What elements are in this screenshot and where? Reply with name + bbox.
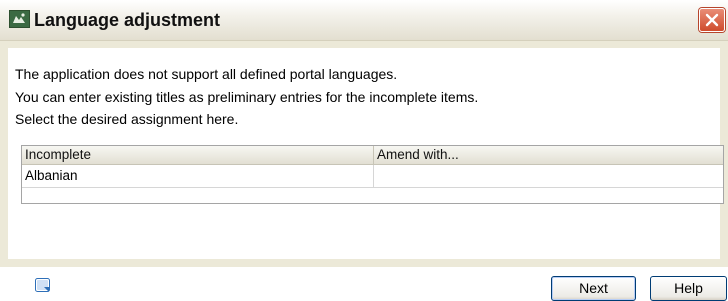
column-header-incomplete[interactable]: Incomplete (22, 146, 374, 164)
column-header-amend-with[interactable]: Amend with... (374, 146, 723, 164)
window-title: Language adjustment (34, 10, 221, 30)
close-icon[interactable] (699, 8, 725, 32)
message-line-3: Select the desired assignment here. (15, 111, 239, 127)
message-line-2: You can enter existing titles as prelimi… (15, 89, 479, 105)
language-adjustment-dialog: Language adjustment The application does… (0, 0, 728, 301)
assignment-table: Incomplete Amend with... Albanian (21, 145, 724, 204)
dialog-content: The application does not support all def… (8, 48, 727, 301)
cell-amend-with[interactable] (374, 165, 723, 187)
table-header: Incomplete Amend with... (22, 146, 723, 165)
help-button[interactable]: Help (650, 276, 727, 301)
message-line-1: The application does not support all def… (15, 66, 398, 82)
help-note-icon[interactable] (35, 278, 51, 293)
table-row[interactable]: Albanian (22, 165, 723, 188)
cell-incomplete-language[interactable]: Albanian (22, 165, 374, 187)
application-icon (9, 10, 30, 28)
next-button[interactable]: Next (551, 276, 636, 301)
title-bar[interactable]: Language adjustment (0, 0, 728, 41)
